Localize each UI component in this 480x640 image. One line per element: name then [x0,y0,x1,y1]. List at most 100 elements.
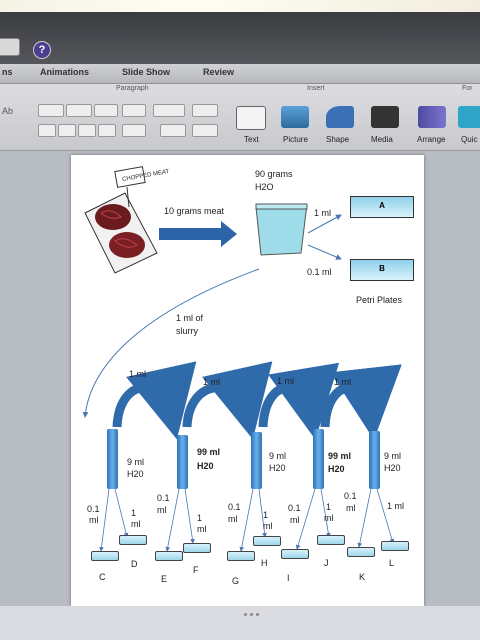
petri-dish-h [253,536,281,546]
picture-button-label[interactable]: Picture [283,135,308,144]
split-label-l: 1 ml [387,501,405,511]
dilution-tube-3 [251,432,262,489]
group-paragraph: Paragraph [116,85,149,92]
tab-slide-show[interactable]: Slide Show [122,67,170,77]
tube-1-diluent: H20 [127,469,144,479]
help-icon[interactable]: ? [33,41,51,59]
dish-label-g: G [232,576,240,586]
split-unit-f: ml [197,524,207,534]
justify-button[interactable] [98,124,116,137]
toolbar-button[interactable] [0,38,20,56]
slide-canvas[interactable]: CHOPPED MEAT 90 grams H2O 10 grams meat … [71,155,424,606]
split-label-k: 0.1 [344,491,357,501]
dish-label-h: H [261,558,268,568]
transfer-01ml: 0.1 ml [307,267,332,277]
tube-3-volume: 9 ml [269,451,287,461]
arc-label-3: 1 ml [277,376,295,386]
tab-animations[interactable]: Animations [40,67,89,77]
align-left-button[interactable] [38,124,56,137]
petri-dish-d [119,535,147,545]
big-arrow [159,221,237,247]
align-text-button[interactable] [160,124,186,137]
dish-label-k: K [359,572,366,582]
arc-label-2: 1 ml [203,377,221,387]
petri-dish-c [91,551,119,561]
dish-label-d: D [131,559,138,569]
split-label-g: 0.1 [228,502,241,512]
tab-review[interactable]: Review [203,67,234,77]
split-unit-i: ml [290,515,300,525]
ribbon: Paragraph Insert For Ab Text Picture Sha… [0,84,480,151]
split-unit-c: ml [89,515,99,525]
align-right-button[interactable] [78,124,96,137]
media-icon[interactable] [371,106,399,128]
split-label-j: 1 [326,502,332,512]
petri-dish-i [281,549,309,559]
dish-label-c: C [99,572,106,582]
text-direction-button[interactable] [122,124,146,137]
tube-4-volume: 99 ml [328,451,352,461]
shape-button-label[interactable]: Shape [326,135,349,144]
dilution-tube-1 [107,429,118,489]
transfer-1ml: 1 ml [314,208,332,218]
split-unit-h: ml [263,521,273,531]
align-center-button[interactable] [58,124,76,137]
outdent-button[interactable] [122,104,146,117]
dilution-tube-5 [369,431,380,489]
indent-button[interactable] [94,104,118,117]
text-box-icon[interactable] [236,106,266,130]
tube-5-volume: 9 ml [384,451,402,461]
styles-icon[interactable]: Ab [2,106,13,116]
dish-label-l: L [389,558,395,568]
arrange-icon[interactable] [418,106,446,128]
tube-2-diluent: H20 [197,461,214,471]
media-button-label[interactable]: Media [371,135,393,144]
screen-glare [0,0,480,12]
dish-label-f: F [193,565,199,575]
petri-dish-e [155,551,183,561]
smartart-button[interactable] [192,124,218,137]
split-unit-j: ml [324,513,334,523]
split-label-d: 1 [131,508,137,518]
scroll-indicator [244,613,247,616]
dish-label-e: E [161,574,168,584]
group-insert: Insert [307,85,325,92]
scroll-indicator [256,613,259,616]
split-label-c: 0.1 [87,504,100,514]
line-spacing-button[interactable] [153,104,185,117]
tube-4-diluent: H20 [328,464,345,474]
split-unit-d: ml [131,519,141,529]
slurry-label-2: slurry [176,326,198,336]
split-label-e: 0.1 [157,493,170,503]
split-label-i: 0.1 [288,503,301,513]
slurry-label-1: 1 ml of [176,313,204,323]
bullets-button[interactable] [38,104,64,117]
meat-amount: 10 grams meat [164,206,225,216]
plate-b-label: B [379,264,385,273]
arc-label-1: 1 ml [129,369,147,379]
columns-button[interactable] [192,104,218,117]
workspace-bottom [0,606,480,640]
quick-styles-label[interactable]: Quic [461,135,477,144]
split-unit-e: ml [157,505,167,515]
text-button-label[interactable]: Text [244,135,259,144]
shape-icon[interactable] [326,106,354,128]
numbering-button[interactable] [66,104,92,117]
dilution-tube-4 [313,429,324,489]
tube-3-diluent: H20 [269,463,286,473]
chopped-meat-package [84,166,158,274]
petri-plates-label: Petri Plates [356,295,403,305]
dilution-tube-2 [177,435,188,489]
group-format: For [462,85,473,92]
petri-dish-f [183,543,211,553]
tab-transitions[interactable]: ns [2,67,13,77]
arrange-button-label[interactable]: Arrange [417,135,445,144]
petri-plate-b: B [350,259,414,281]
split-label-h: 1 [263,510,269,520]
petri-dish-j [317,535,345,545]
quick-styles-icon[interactable] [458,106,480,128]
picture-icon[interactable] [281,106,309,128]
toolbar-top [0,12,480,64]
water-amount: 90 grams [255,169,293,179]
water-label: H2O [255,182,274,192]
